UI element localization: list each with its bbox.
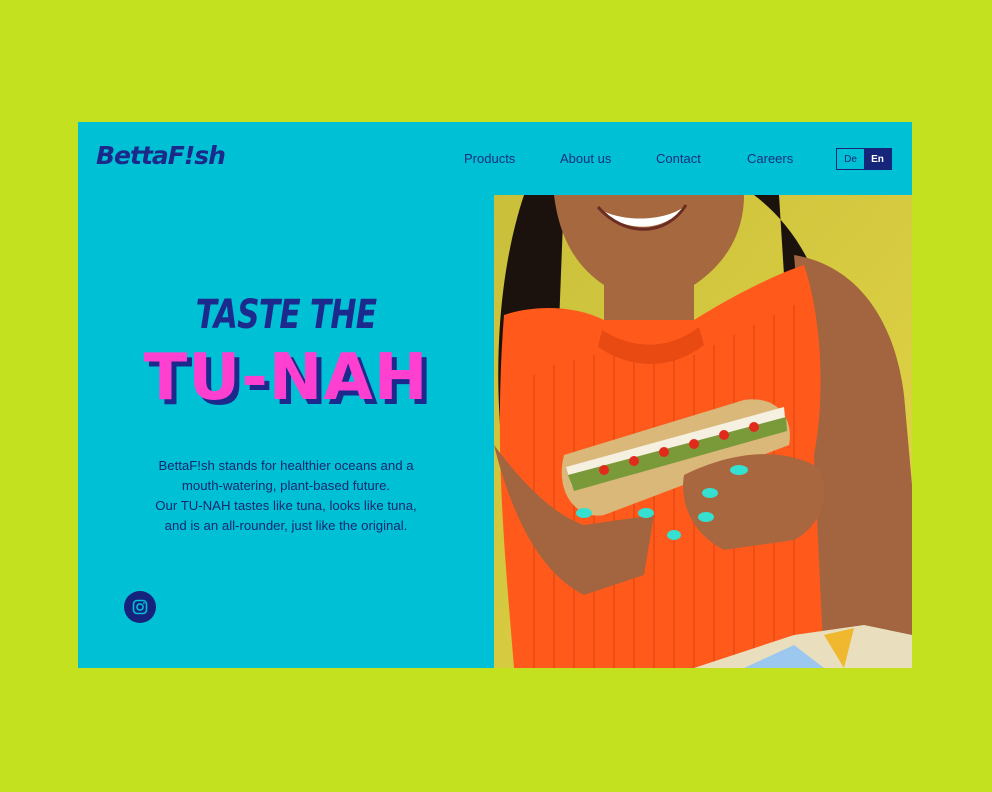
headline-tagline: TASTE THE [195,292,377,338]
main-navigation: Products About us Contact Careers [78,151,912,171]
description-line: BettaF!sh stands for healthier oceans an… [158,458,414,473]
website-frame: BettaF!sh Products About us Contact Care… [78,122,912,668]
nav-contact[interactable]: Contact [656,151,701,166]
instagram-button[interactable] [124,591,156,623]
headline-product-name-text: TU-NAH [143,341,429,415]
language-de-button[interactable]: De [837,149,864,169]
description-line: mouth-watering, plant-based future. [181,478,391,493]
hero-description: BettaF!sh stands for healthier oceans an… [116,456,456,536]
description-line: and is an all-rounder, just like the ori… [164,518,408,533]
instagram-icon [132,599,148,615]
nav-careers[interactable]: Careers [747,151,793,166]
nav-products[interactable]: Products [464,151,515,166]
description-line: Our TU-NAH tastes like tuna, looks like … [155,498,417,513]
woman-holding-sandwich-image [494,195,912,668]
language-en-button[interactable]: En [864,149,891,169]
hero-photo [494,195,912,668]
language-switcher: De En [836,148,892,170]
headline-product-name: TU-NAH TU-NAH [78,341,494,419]
hero-headline: TASTE THE TU-NAH TU-NAH [78,292,494,419]
nav-about-us[interactable]: About us [560,151,611,166]
